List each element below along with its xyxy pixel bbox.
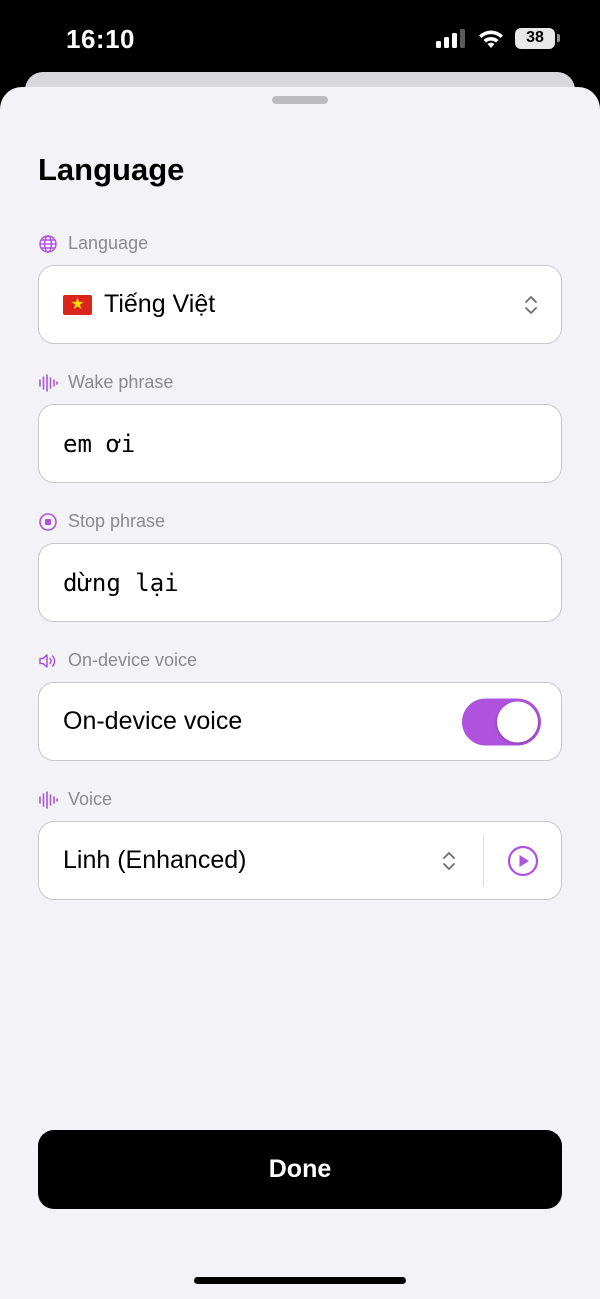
battery-level: 38 [515, 27, 555, 49]
status-bar: 16:10 38 [0, 0, 600, 80]
wifi-icon [479, 30, 503, 48]
language-section-label: Language [38, 233, 148, 254]
voice-label-text: Voice [68, 789, 113, 809]
voice-picker[interactable]: Linh (Enhanced) [38, 821, 562, 900]
on-device-voice-row-label: On-device voice [63, 707, 243, 735]
stop-phrase-section-label: Stop phrase [38, 511, 165, 532]
on-device-voice-label-text: On-device voice [68, 650, 198, 670]
stop-phrase-value: dừng lại [63, 568, 179, 597]
language-picker[interactable]: ★ Tiếng Việt [38, 265, 562, 344]
battery-indicator: 38 [515, 27, 560, 49]
wake-phrase-label-text: Wake phrase [68, 372, 174, 392]
stop-circle-icon [39, 512, 57, 531]
stop-phrase-field[interactable]: dừng lại [38, 543, 562, 622]
waveform-icon [39, 373, 58, 392]
play-circle-icon[interactable] [507, 845, 539, 877]
on-device-voice-row: On-device voice [38, 682, 562, 761]
vietnam-flag-icon: ★ [63, 294, 92, 315]
stop-phrase-label-text: Stop phrase [68, 511, 166, 531]
wake-phrase-section-label: Wake phrase [38, 372, 173, 393]
speaker-icon [39, 653, 56, 668]
chevron-updown-icon [443, 851, 455, 870]
voice-section-label: Voice [38, 789, 112, 810]
home-indicator [194, 1277, 406, 1284]
waveform-icon [39, 790, 58, 809]
language-sheet: Language Language ★ Tiếng Việt Wake phra… [0, 87, 600, 1299]
chevron-updown-icon [525, 295, 537, 314]
language-label-text: Language [68, 233, 149, 253]
battery-tip [557, 34, 560, 42]
voice-value: Linh (Enhanced) [63, 846, 247, 874]
on-device-voice-section-label: On-device voice [38, 650, 197, 671]
sheet-title: Language [38, 152, 185, 187]
done-button[interactable]: Done [38, 1130, 562, 1209]
status-time: 16:10 [66, 24, 135, 54]
voice-divider [483, 836, 484, 886]
language-value: Tiếng Việt [104, 290, 216, 318]
wake-phrase-value: em ơi [63, 429, 136, 458]
wake-phrase-field[interactable]: em ơi [38, 404, 562, 483]
sheet-grabber[interactable] [272, 96, 328, 104]
status-icons: 38 [435, 27, 560, 49]
on-device-voice-toggle[interactable] [462, 698, 541, 745]
cellular-signal-icon [436, 29, 465, 48]
toggle-knob [497, 701, 538, 742]
globe-icon [39, 234, 57, 253]
